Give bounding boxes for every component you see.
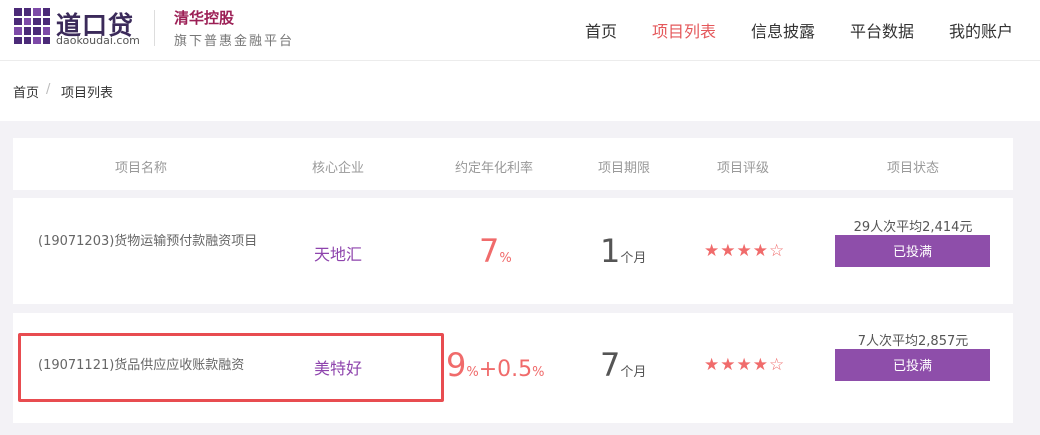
term-value: 7	[600, 346, 621, 384]
header-core-company: 核心企业	[311, 161, 365, 176]
rate-value: 9	[446, 346, 467, 384]
header-term: 项目期限	[597, 161, 651, 176]
status-button-full[interactable]: 已投满	[835, 235, 990, 267]
project-name[interactable]: (19071203)货物运输预付款融资项目	[38, 232, 263, 252]
rating-stars-icon: ★★★★☆	[704, 241, 786, 261]
nav-home[interactable]: 首页	[585, 18, 617, 41]
highlight-box	[18, 333, 444, 402]
header-rating: 项目评级	[716, 161, 770, 176]
nav-my-account[interactable]: 我的账户	[949, 18, 1013, 41]
rate-value: 7	[479, 232, 500, 270]
core-company: 天地汇	[313, 245, 363, 264]
header-project-name: 项目名称	[114, 161, 168, 176]
rate-bonus: +0.5	[478, 357, 533, 382]
rate-bonus-unit: %	[532, 365, 545, 380]
nav-platform-data[interactable]: 平台数据	[850, 18, 914, 41]
project-term: 1个月	[600, 232, 646, 270]
slogan-subtitle: 旗下普惠金融平台	[174, 34, 295, 49]
header-annual-rate: 约定年化利率	[454, 161, 534, 176]
nav-project-list[interactable]: 项目列表	[652, 18, 716, 41]
term-unit: 个月	[620, 365, 647, 380]
annual-rate: 7%	[479, 232, 512, 270]
rate-unit: %	[499, 251, 512, 266]
top-header: 道口贷 daokoudai.com 清华控股 旗下普惠金融平台 首页 项目列表 …	[0, 0, 1040, 61]
annual-rate: 9%+0.5%	[446, 346, 545, 384]
status-button-full[interactable]: 已投满	[835, 349, 990, 381]
investor-stats: 29人次平均2,414元	[853, 220, 973, 235]
rate-unit: %	[466, 365, 479, 380]
breadcrumb-home[interactable]: 首页	[13, 82, 39, 101]
breadcrumb-separator: /	[46, 82, 51, 97]
breadcrumb-current: 项目列表	[61, 86, 114, 101]
investor-stats: 7人次平均2,857元	[857, 334, 969, 349]
site-logo[interactable]: 道口贷 daokoudai.com	[14, 8, 140, 48]
nav-disclosure[interactable]: 信息披露	[751, 18, 815, 41]
term-value: 1	[600, 232, 621, 270]
logo-grid-icon	[14, 8, 50, 44]
slogan-brand: 清华控股	[174, 9, 235, 27]
breadcrumb	[0, 61, 1040, 121]
term-unit: 个月	[620, 251, 647, 266]
header-status: 项目状态	[886, 161, 940, 176]
logo-domain: daokoudai.com	[56, 34, 140, 47]
project-term: 7个月	[600, 346, 646, 384]
rating-stars-icon: ★★★★☆	[704, 355, 786, 375]
header-divider	[154, 10, 155, 46]
